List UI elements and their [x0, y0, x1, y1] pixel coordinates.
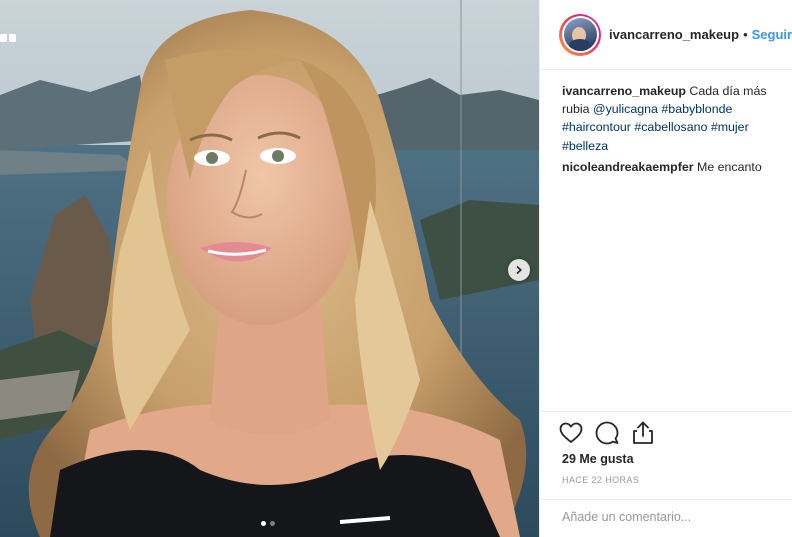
comment-username[interactable]: nicoleandreakaempfer: [562, 160, 694, 174]
list-item: nicoleandreakaempfer Me encanto: [562, 158, 784, 176]
follow-button[interactable]: Seguir: [752, 27, 792, 42]
profile-picture: [563, 18, 597, 51]
post-photo: [0, 0, 539, 537]
carousel-dot: [270, 521, 275, 526]
share-icon: [633, 421, 653, 444]
like-button[interactable]: [558, 420, 584, 446]
tag-hashtag[interactable]: #belleza: [562, 139, 608, 153]
tag-hashtag[interactable]: #cabellosano: [634, 120, 707, 134]
carousel-dot-active: [261, 521, 266, 526]
share-button[interactable]: [630, 420, 656, 446]
photo-illustration: [0, 0, 539, 537]
comment-form: [540, 499, 792, 537]
caption-username[interactable]: ivancarreno_makeup: [562, 84, 686, 98]
action-buttons: [558, 420, 656, 446]
chevron-right-icon: [516, 265, 522, 275]
heart-icon: [559, 422, 583, 443]
caption: ivancarreno_makeup Cada día más rubia @y…: [562, 82, 784, 155]
comment-input[interactable]: [562, 510, 782, 524]
carousel-indicator: [261, 521, 275, 526]
post-header: ivancarreno_makeup • Seguir: [540, 0, 792, 70]
header-username[interactable]: ivancarreno_makeup: [609, 27, 739, 42]
tag-hashtag[interactable]: #babyblonde: [661, 102, 732, 116]
comment-button[interactable]: [594, 420, 620, 446]
comment-text: Me encanto: [697, 159, 762, 174]
comments-list: ivancarreno_makeup Cada día más rubia @y…: [562, 82, 784, 179]
tag-hashtag[interactable]: #haircontour: [562, 120, 631, 134]
post-side-panel: ivancarreno_makeup • Seguir ivancarreno_…: [539, 0, 792, 537]
comment-icon: [595, 421, 619, 445]
post-actions: 29 Me gusta HACE 22 HORAS: [540, 411, 792, 537]
avatar[interactable]: [559, 13, 601, 56]
tag-mention[interactable]: @yulicagna: [593, 102, 658, 116]
tag-hashtag[interactable]: #mujer: [711, 120, 749, 134]
like-count[interactable]: 29 Me gusta: [562, 452, 634, 466]
next-image-button[interactable]: [508, 259, 530, 281]
carousel-icon: [0, 34, 18, 46]
post-timestamp[interactable]: HACE 22 HORAS: [562, 475, 639, 485]
header-separator: •: [743, 27, 748, 42]
